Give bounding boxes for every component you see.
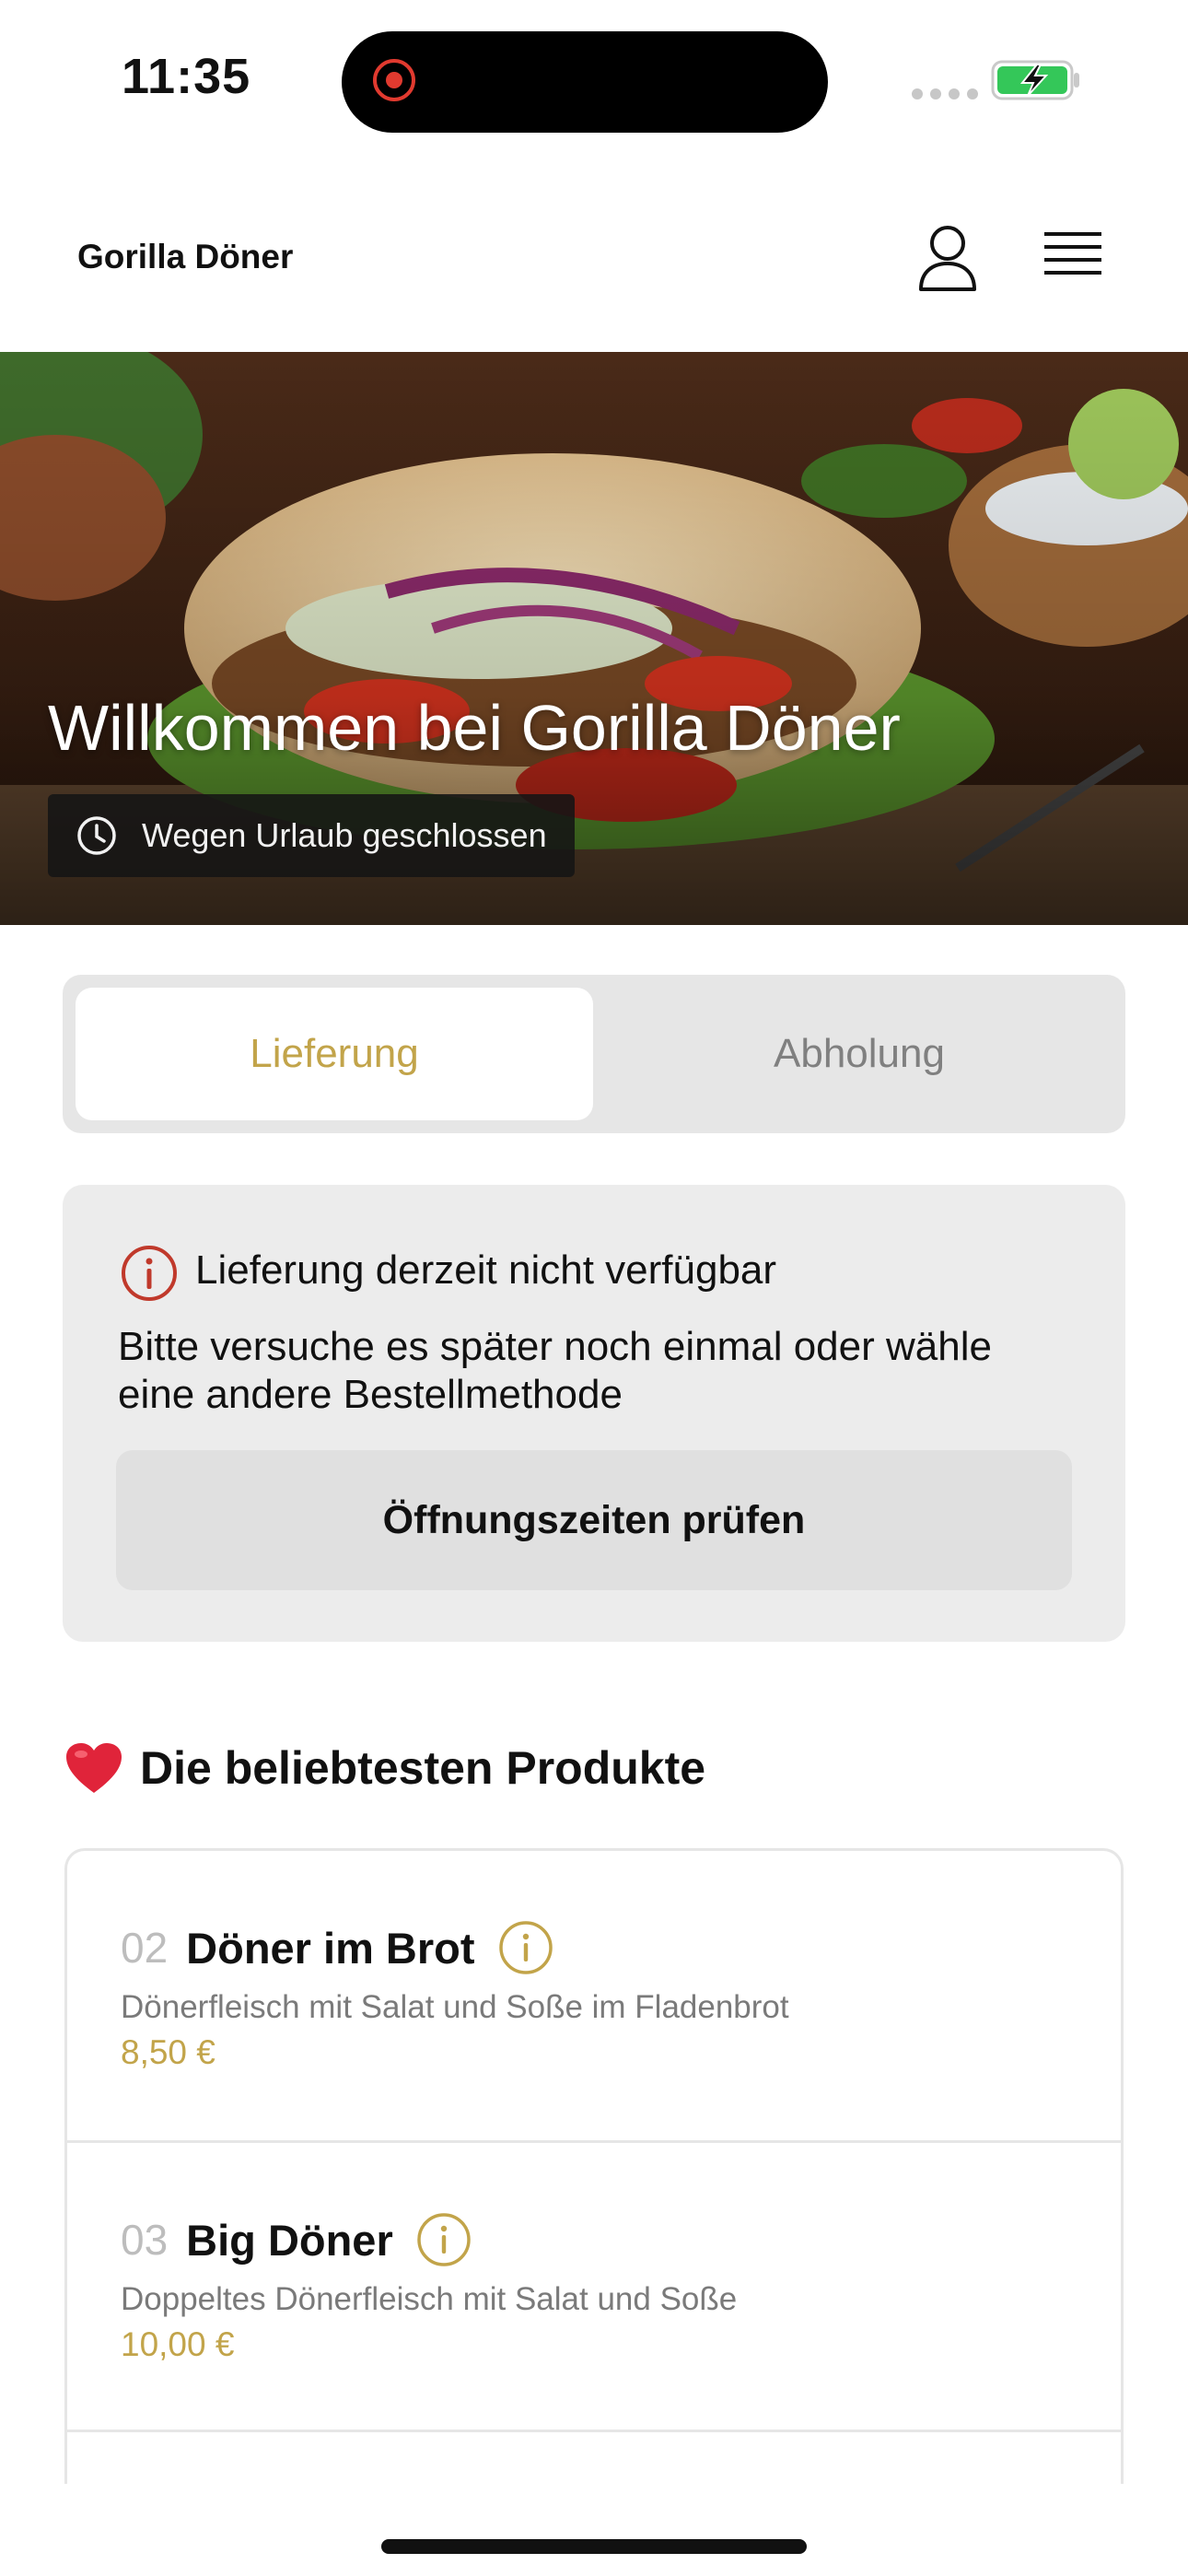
- dynamic-island: [342, 31, 828, 133]
- product-item-partial[interactable]: [67, 2430, 1121, 2484]
- signal-dots-icon: [912, 88, 978, 100]
- info-circle-icon: [122, 1246, 177, 1301]
- notice-text: Bitte versuche es später noch einmal ode…: [118, 1324, 992, 1417]
- product-description: Dönerfleisch mit Salat und Soße im Flade…: [121, 1989, 789, 2025]
- section-title: Die beliebtesten Produkte: [64, 1736, 705, 1800]
- notice-title: Lieferung derzeit nicht verfügbar: [195, 1247, 777, 1293]
- tab-pickup[interactable]: Abholung: [606, 988, 1112, 1120]
- info-circle-icon[interactable]: [415, 2211, 472, 2268]
- status-text: Wegen Urlaub geschlossen: [142, 816, 547, 854]
- product-item[interactable]: 02 Döner im Brot Dönerfleisch mit Salat …: [67, 1851, 1121, 2140]
- product-number: 02: [121, 1924, 169, 1972]
- product-name: Döner im Brot: [186, 1923, 475, 1973]
- status-badge: Wegen Urlaub geschlossen: [48, 794, 575, 877]
- menu-icon[interactable]: [1042, 227, 1103, 287]
- heart-emoji-icon: [66, 1743, 122, 1793]
- info-circle-icon[interactable]: [497, 1919, 554, 1976]
- order-mode-toggle: Lieferung Abholung: [63, 975, 1125, 1133]
- status-time: 11:35: [122, 49, 251, 104]
- battery-charging-icon: [991, 60, 1079, 100]
- tab-delivery[interactable]: Lieferung: [76, 988, 593, 1120]
- product-price: 10,00 €: [121, 2325, 235, 2363]
- product-item[interactable]: 03 Big Döner Doppeltes Dönerfleisch mit …: [67, 2140, 1121, 2432]
- popular-products-list: 02 Döner im Brot Dönerfleisch mit Salat …: [64, 1848, 1124, 2484]
- home-indicator[interactable]: [381, 2539, 807, 2554]
- hero-banner: Willkommen bei Gorilla Döner Wegen Urlau…: [0, 352, 1188, 925]
- clock-icon: [77, 816, 116, 855]
- hero-title: Willkommen bei Gorilla Döner: [48, 692, 901, 764]
- product-number: 03: [121, 2216, 169, 2264]
- product-name: Big Döner: [186, 2215, 393, 2265]
- delivery-unavailable-notice: Lieferung derzeit nicht verfügbar Bitte …: [63, 1185, 1125, 1642]
- section-title-text: Die beliebtesten Produkte: [140, 1742, 706, 1794]
- product-description: Doppeltes Dönerfleisch mit Salat und Soß…: [121, 2281, 738, 2317]
- record-icon: [373, 59, 415, 101]
- app-header: Gorilla Döner: [0, 166, 1188, 352]
- check-opening-hours-button[interactable]: Öffnungszeiten prüfen: [116, 1450, 1072, 1590]
- user-icon[interactable]: [917, 223, 978, 293]
- product-price: 8,50 €: [121, 2033, 215, 2071]
- brand-name[interactable]: Gorilla Döner: [77, 238, 293, 276]
- status-bar: 11:35: [0, 0, 1188, 166]
